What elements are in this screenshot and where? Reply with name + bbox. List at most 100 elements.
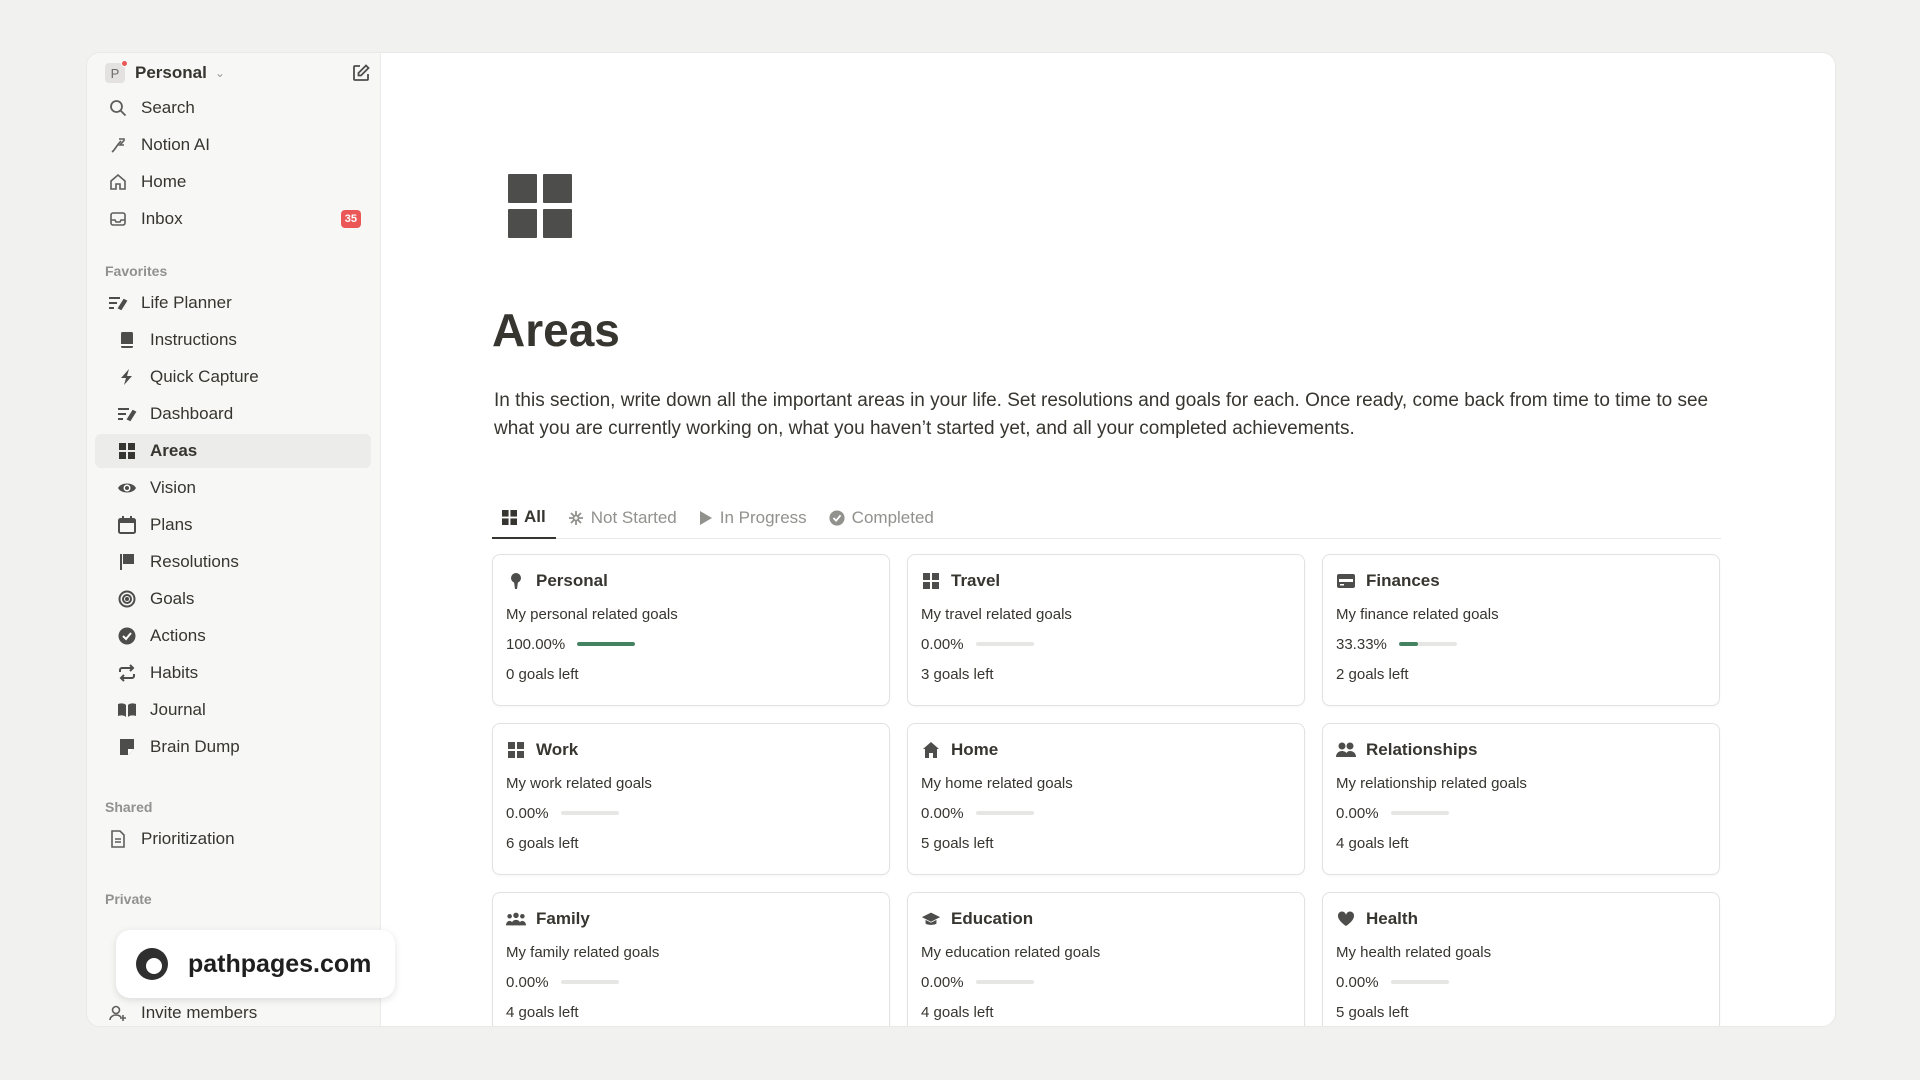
progress-percent: 0.00%: [506, 804, 549, 822]
tab-label: Not Started: [590, 508, 677, 527]
group-icon: [506, 909, 526, 929]
area-card-family[interactable]: Family My family related goals 0.00% 4 goal…: [492, 892, 890, 1026]
progress-bar: [560, 980, 619, 984]
sidebar-item-label: Inbox: [141, 209, 183, 228]
grid-icon: [116, 440, 138, 462]
tab-completed[interactable]: Completed: [819, 497, 944, 539]
sidebar-item-dashboard[interactable]: Dashboard: [95, 397, 371, 431]
sidebar-item-inbox[interactable]: Inbox 35: [95, 202, 371, 236]
sidebar-item-journal[interactable]: Journal: [95, 693, 371, 727]
workspace-avatar: P: [105, 60, 128, 83]
sidebar-item-label: Brain Dump: [150, 737, 240, 756]
card-subtitle: My finance related goals: [1336, 606, 1499, 623]
progress-row: 0.00%: [921, 973, 1291, 991]
workspace-switcher[interactable]: P Personal ⌄: [105, 57, 373, 89]
progress-bar: [975, 811, 1034, 815]
new-page-icon[interactable]: [349, 61, 373, 85]
view-tabs: All Not Started In Progress Completed: [492, 497, 1721, 539]
progress-bar: [577, 642, 636, 646]
card-title: Finances: [1366, 571, 1440, 590]
card-title: Education: [951, 909, 1034, 928]
sidebar-item-label: Home: [141, 172, 187, 191]
progress-bar: [560, 811, 619, 815]
sidebar-item-label: Actions: [150, 626, 206, 645]
sidebar-item-habits[interactable]: Habits: [95, 656, 371, 690]
home-icon: [107, 171, 129, 193]
sidebar-item-goals[interactable]: Goals: [95, 582, 371, 616]
target-icon: [116, 588, 138, 610]
grid-icon: [506, 740, 526, 760]
sidebar-item-label: Journal: [150, 700, 206, 719]
inbox-count-badge: 35: [340, 210, 361, 228]
invite-members-label: Invite members: [141, 1003, 258, 1022]
sidebar-item-label: Plans: [150, 515, 193, 534]
ai-icon: [107, 134, 129, 156]
sidebar-item-label: Goals: [150, 589, 195, 608]
flag-icon: [116, 551, 138, 573]
sidebar-item-label: Prioritization: [141, 829, 235, 848]
sidebar-item-brain-dump[interactable]: Brain Dump: [95, 730, 371, 764]
watermark-badge: pathpages.com: [116, 930, 395, 998]
progress-bar-fill: [1398, 642, 1419, 646]
progress-bar: [1390, 811, 1449, 815]
sidebar-item-life-planner[interactable]: Life Planner: [95, 286, 371, 320]
calendar-icon: [116, 514, 138, 536]
area-card-travel[interactable]: Travel My travel related goals 0.00% 3 goal…: [907, 554, 1305, 706]
page-description[interactable]: In this section, write down all the impo…: [494, 387, 1714, 443]
card-subtitle: My relationship related goals: [1336, 775, 1527, 792]
sidebar-item-notion-ai[interactable]: Notion AI: [95, 128, 371, 162]
sidebar-item-actions[interactable]: Actions: [95, 619, 371, 653]
main-content: Areas In this section, write down all th…: [381, 53, 1835, 1026]
notification-dot: [121, 60, 128, 67]
area-card-finances[interactable]: Finances My finance related goals 33.33% 2 …: [1322, 554, 1720, 706]
card-header: Finances: [1336, 569, 1706, 593]
tab-in-progress[interactable]: In Progress: [689, 497, 817, 539]
area-card-home[interactable]: Home My home related goals 0.00% 5 goals le…: [907, 723, 1305, 875]
progress-row: 0.00%: [506, 804, 876, 822]
progress-row: 33.33%: [1336, 635, 1706, 653]
progress-percent: 0.00%: [921, 635, 964, 653]
sidebar-item-areas[interactable]: Areas: [95, 434, 371, 468]
progress-row: 0.00%: [1336, 804, 1706, 822]
sidebar-item-plans[interactable]: Plans: [95, 508, 371, 542]
sidebar-item-label: Life Planner: [141, 293, 232, 312]
people-icon: [1336, 740, 1356, 760]
tab-all[interactable]: All: [492, 497, 556, 539]
area-card-education[interactable]: Education My education related goals 0.00%…: [907, 892, 1305, 1026]
card-title: Travel: [951, 571, 1001, 590]
eye-icon: [116, 477, 138, 499]
sidebar-item-quick-capture[interactable]: Quick Capture: [95, 360, 371, 394]
card-icon: [1336, 571, 1356, 591]
check-circle-icon: [116, 625, 138, 647]
progress-percent: 33.33%: [1336, 635, 1387, 653]
area-card-work[interactable]: Work My work related goals 0.00% 6 goals le…: [492, 723, 890, 875]
sidebar-item-prioritization[interactable]: Prioritization: [95, 822, 371, 856]
goals-left: 5 goals left: [921, 835, 994, 852]
sidebar-item-resolutions[interactable]: Resolutions: [95, 545, 371, 579]
card-subtitle: My work related goals: [506, 775, 652, 792]
card-subtitle: My home related goals: [921, 775, 1073, 792]
invite-members-button[interactable]: Invite members: [95, 996, 371, 1026]
card-title: Personal: [536, 571, 608, 590]
card-header: Education: [921, 907, 1291, 931]
watermark-text: pathpages.com: [188, 949, 372, 978]
sidebar-item-instructions[interactable]: Instructions: [95, 323, 371, 357]
sidebar-item-label: Areas: [150, 441, 198, 460]
lightning-icon: [116, 366, 138, 388]
card-subtitle: My health related goals: [1336, 944, 1492, 961]
tab-not-started[interactable]: Not Started: [558, 497, 687, 539]
grid-icon[interactable]: [508, 174, 572, 238]
sidebar-item-home[interactable]: Home: [95, 165, 371, 199]
areas-gallery: Personal My personal related goals 100.00%…: [492, 554, 1722, 1026]
area-card-personal[interactable]: Personal My personal related goals 100.00%…: [492, 554, 890, 706]
asterisk-icon: [568, 510, 584, 526]
sidebar-item-label: Resolutions: [150, 552, 239, 571]
sidebar-item-vision[interactable]: Vision: [95, 471, 371, 505]
page-title[interactable]: Areas: [492, 303, 620, 357]
progress-percent: 0.00%: [506, 973, 549, 991]
goals-left: 5 goals left: [1336, 1004, 1409, 1021]
sidebar-item-search[interactable]: Search: [95, 91, 371, 125]
area-card-health[interactable]: Health My health related goals 0.00% 5 goal…: [1322, 892, 1720, 1026]
area-card-relationships[interactable]: Relationships My relationship related goa…: [1322, 723, 1720, 875]
note-icon: [116, 736, 138, 758]
